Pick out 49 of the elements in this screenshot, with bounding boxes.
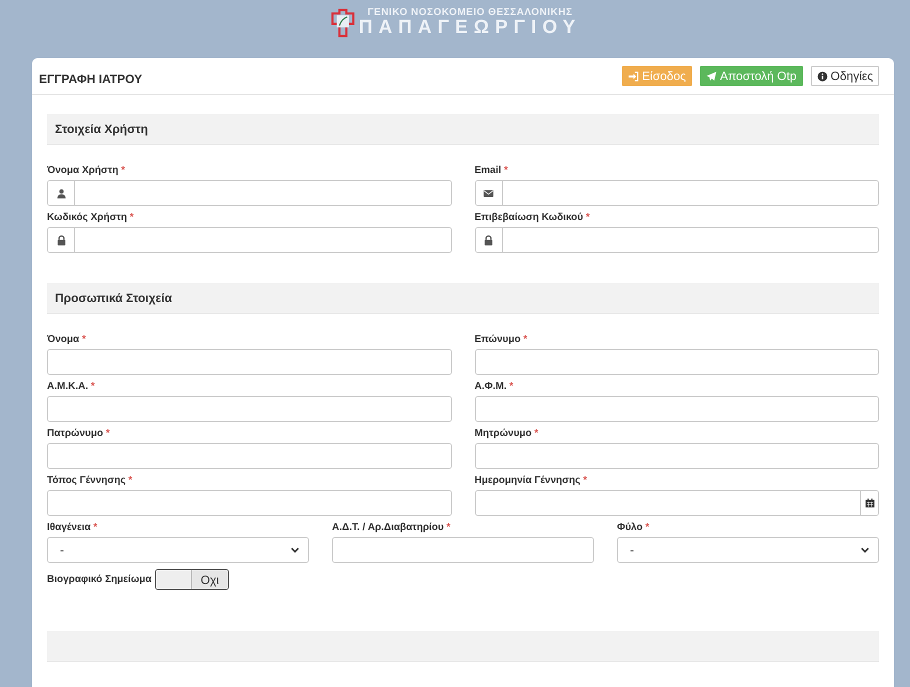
- paper-plane-icon: [706, 70, 717, 82]
- field-label: Επώνυμο *: [474, 334, 528, 347]
- field-label: Κωδικός Χρήστη *: [47, 212, 135, 225]
- info-icon: [816, 70, 828, 82]
- user-icon: [56, 188, 66, 198]
- section-title: Στοιχεία Χρήστη: [55, 122, 148, 136]
- input-field[interactable]: [47, 227, 452, 253]
- input-field[interactable]: [474, 180, 879, 206]
- section-title: Προσωπικά Στοιχεία: [55, 291, 172, 305]
- sign-in-icon: [628, 70, 640, 82]
- lock-icon: [56, 234, 66, 246]
- input-field[interactable]: [47, 443, 452, 469]
- calendar-icon: [864, 498, 874, 508]
- envelope-icon: [483, 188, 494, 198]
- toggle-switch[interactable]: Οχι: [154, 569, 229, 590]
- toggle-label: Βιογραφικό Σημείωμα: [47, 574, 152, 585]
- field-label: Πατρώνυμο *: [47, 428, 111, 441]
- field-label: Ημερομηνία Γέννησης *: [474, 475, 588, 488]
- input-field[interactable]: [47, 396, 452, 422]
- chevron-down-icon: [860, 545, 870, 555]
- input-field[interactable]: [474, 349, 879, 375]
- input-field[interactable]: [474, 396, 879, 422]
- field-label: Μητρώνυμο *: [474, 428, 540, 441]
- dropdown[interactable]: -: [617, 537, 879, 563]
- input-field[interactable]: [474, 227, 879, 253]
- lock-icon: [483, 234, 494, 246]
- date-field[interactable]: [474, 490, 879, 516]
- input-field[interactable]: [47, 180, 452, 206]
- chevron-down-icon: [290, 545, 300, 555]
- field-label: Email *: [474, 165, 509, 178]
- field-label: Α.Δ.Τ. / Αρ.Διαβατηρίου *: [332, 522, 452, 535]
- field-label: Φύλο *: [617, 522, 650, 535]
- field-label: Όνομα *: [47, 334, 87, 347]
- input-field[interactable]: [474, 443, 879, 469]
- dropdown[interactable]: -: [47, 537, 309, 563]
- field-label: Α.Μ.Κ.Α. *: [47, 381, 96, 394]
- hospital-name: ΓΕΝΙΚΟ ΝΟΣΟΚΟΜΕΙΟ ΘΕΣΣΑΛΟΝΙΚΗΣ: [368, 6, 572, 18]
- card-title: ΕΓΓΡΑΦΗ ΙΑΤΡΟΥ: [39, 71, 142, 86]
- hospital-name: ΠΑΠΑΓΕΩΡΓΙΟΥ: [358, 18, 582, 38]
- header-button[interactable]: Οδηγίες: [810, 66, 879, 86]
- field-label: Ιθαγένεια *: [47, 522, 98, 535]
- field-label: Όνομα Χρήστη *: [47, 165, 126, 178]
- field-label: Επιβεβαίωση Κωδικού *: [474, 212, 591, 225]
- input-field[interactable]: [47, 490, 452, 516]
- input-field[interactable]: [47, 349, 452, 375]
- hospital-logo-icon: [328, 8, 355, 38]
- field-label: Α.Φ.Μ. *: [474, 381, 514, 394]
- input-field[interactable]: [332, 537, 594, 563]
- field-label: Τόπος Γέννησης *: [47, 475, 134, 488]
